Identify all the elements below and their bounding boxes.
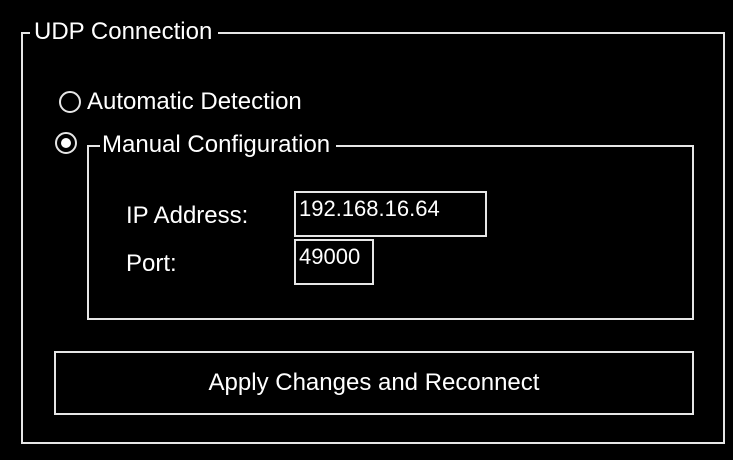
apply-changes-button-label: Apply Changes and Reconnect — [208, 369, 540, 396]
port-label: Port: — [126, 250, 177, 277]
manual-configuration-radio[interactable] — [55, 132, 77, 154]
automatic-detection-radio[interactable]: Automatic Detection — [59, 88, 302, 116]
udp-connection-title: UDP Connection — [30, 18, 219, 46]
radio-checked-icon[interactable] — [55, 132, 77, 154]
ip-address-input[interactable]: 192.168.16.64 — [294, 191, 487, 237]
automatic-detection-label[interactable]: Automatic Detection — [87, 88, 302, 116]
apply-changes-button[interactable]: Apply Changes and Reconnect — [54, 351, 694, 415]
ip-address-label: IP Address: — [126, 202, 249, 229]
port-input[interactable]: 49000 — [294, 239, 374, 285]
radio-unchecked-icon[interactable] — [59, 91, 81, 113]
manual-configuration-label[interactable]: Manual Configuration — [100, 131, 337, 159]
udp-connection-panel: UDP Connection Automatic Detection Manua… — [0, 0, 733, 460]
